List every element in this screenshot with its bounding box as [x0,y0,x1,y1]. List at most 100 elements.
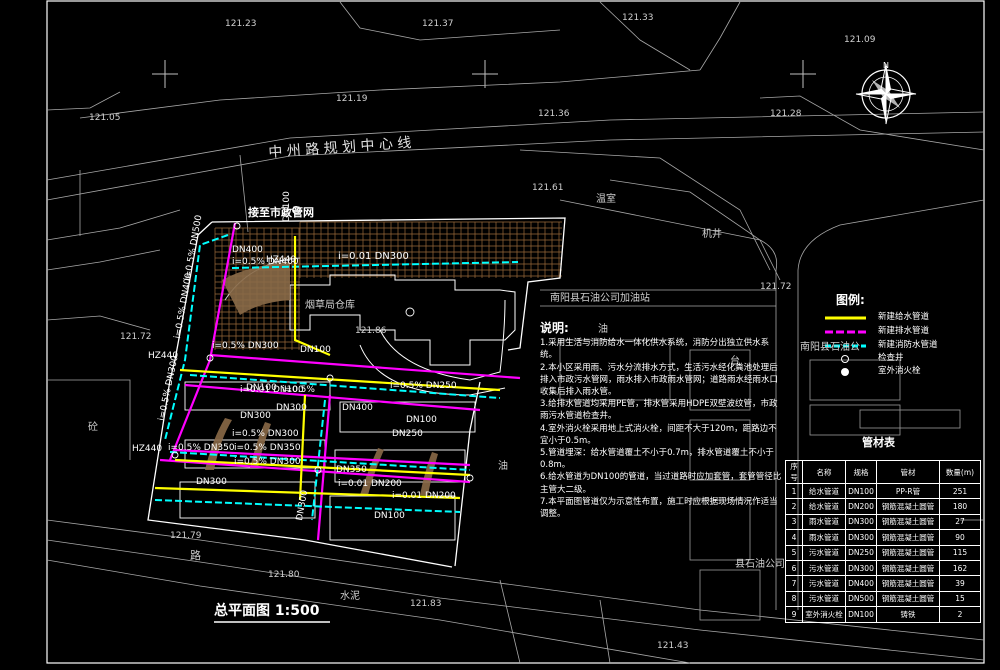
note-item: 5.管道埋深：给水管道覆土不小于0.7m，排水管道覆土不小于0.8m。 [540,448,774,471]
table-cell: DN300 [845,559,877,577]
table-cell: 115 [939,544,981,561]
table-cell: 6 [785,559,803,577]
table-cell: 5 [785,544,803,561]
oil-company-label: 南阳县石油公 [800,342,860,353]
table-cell: 给水管道 [802,482,846,500]
table-row: 5 污水管道 DN250 钢筋混凝土圆管 115 [785,544,981,561]
table-row: 7 污水管道 DN400 钢筋混凝土圆管 39 [785,575,981,592]
pipe-label: DN100 [300,345,331,355]
table-cell: 15 [939,590,981,608]
oil-label: 油 [498,461,508,472]
table-row: 1 给水管道 DN100 PP-R管 251 [785,482,981,500]
drain-pipes [159,222,521,541]
elevation-label: 121.05 [89,113,121,123]
table-cell: 雨水管道 [802,513,846,531]
pipe-label: DN100 [374,511,405,521]
pipe-label: i=0.5% DN300 [232,429,299,439]
drawing-title: 总平面图 1:500 [214,603,320,619]
pipe-label: i=0.5% DN400 [232,257,299,267]
pipe-label: DN100 [246,383,277,393]
cad-drawing: N 121.23 121.37 121.33 121.09 121.19 121… [0,0,1000,666]
table-cell: 钢筋混凝土圆管 [876,529,940,546]
warehouse-building [289,274,516,396]
table-cell: 9 [785,606,803,623]
elevation-label: 121.37 [422,19,454,29]
table-header: 规格 [845,460,877,484]
table-cell: 污水管道 [802,575,846,592]
legend-item: 新建消防水管道 [878,340,938,350]
table-cell: 污水管道 [802,590,846,608]
elevation-label: 121.80 [268,570,300,580]
elevation-label: 121.36 [538,109,570,119]
elevation-label: 121.61 [532,183,564,193]
table-cell: 室外消火栓 [802,606,846,623]
table-cell: 7 [785,575,803,592]
table-cell: 2 [939,606,981,623]
materials-title: 管材表 [862,436,895,449]
warehouse-label: 烟草局仓库 [305,300,355,311]
note-item: 6.给水管道为DN100的管道，当过道路时应加套管，套管管径比主管大二级。 [540,472,782,495]
table-cell: 251 [939,482,981,500]
pipe-label: DN300 [240,411,271,421]
table-cell: 2 [785,498,803,515]
legend-item: 室外消火栓 [878,366,921,376]
table-cell: 3 [785,513,803,531]
ditch-label: 水泥 [340,591,360,602]
pipe-label: i=0.5% DN300 [212,341,279,351]
crosshair-marks [152,60,816,88]
pipe-label: DN250 [392,429,423,439]
north-arrow-icon [855,63,917,125]
pipe-label: i=0.5% DN300 [234,457,301,467]
table-cell: 27 [939,513,981,531]
table-header-row: 序号 名称 规格 管材 数量(m) [785,460,981,484]
table-row: 4 雨水管道 DN300 钢筋混凝土圆管 90 [785,529,981,546]
road-label: 路 [190,549,201,562]
table-cell: 钢筋混凝土圆管 [876,575,940,592]
legend-item: 新建排水管道 [878,326,930,336]
elevation-label: 121.23 [225,19,257,29]
table-header: 名称 [802,460,846,484]
notes-title: 说明: [540,321,569,335]
table-row: 8 污水管道 DN500 钢筋混凝土圆管 15 [785,590,981,608]
note-item: 1.采用生活与消防给水一体化供水系统，消防分出独立供水系统。 [540,338,770,361]
table-cell: 180 [939,498,981,515]
table-cell: 钢筋混凝土圆管 [876,513,940,531]
table-cell: 钢筋混凝土圆管 [876,559,940,577]
elevation-label: 121.28 [770,109,802,119]
shed-label: 温室 [596,194,616,205]
table-cell: DN300 [845,529,877,546]
pipe-label: i=0.5% DN250 [390,381,457,391]
table-header: 序号 [785,460,803,484]
table-cell: DN200 [845,498,877,515]
elevation-label: 121.83 [410,599,442,609]
table-cell: PP-R管 [876,482,940,500]
table-cell: 162 [939,559,981,577]
hill-label: 砼 [88,422,98,433]
table-row: 9 室外消火栓 DN100 铸铁 2 [785,606,981,623]
elevation-label: 121.43 [657,641,689,651]
table-cell: 污水管道 [802,559,846,577]
elevation-label: 121.86 [355,326,387,336]
note-item: 3.给排水管道均采用PE管，排水管采用HDPE双壁波纹管，市政雨污水管道检查井。 [540,399,778,422]
table-cell: 钢筋混凝土圆管 [876,544,940,561]
pipe-label: DN400 [342,403,373,413]
table-cell: DN500 [845,590,877,608]
elevation-label: 121.19 [336,94,368,104]
well-label: 机井 [702,229,722,240]
table-row: 3 雨水管道 DN300 钢筋混凝土圆管 27 [785,513,981,531]
table-cell: DN300 [845,513,877,531]
table-cell: 钢筋混凝土圆管 [876,590,940,608]
pipe-label: DN400 [232,245,263,255]
table-cell: 1 [785,482,803,500]
note-item: 4.室外消火栓采用地上式消火栓，间距不大于120m，距路边不宜小于0.5m。 [540,423,777,446]
table-cell: DN100 [845,482,877,500]
pipe-label: i=0.01 DN200 [392,491,456,501]
pipe-label: i=0.5% DN350 [168,443,235,453]
north-label: N [883,61,889,70]
connect-label: 接至市政管网 [248,206,314,219]
materials-table: 序号 名称 规格 管材 数量(m) 1 给水管道 DN100 PP-R管 251 2 给水管… [785,460,981,623]
oil-company-label: 县石油公司 [735,559,785,570]
table-cell: DN400 [845,575,877,592]
table-cell: 39 [939,575,981,592]
note-item: 2.本小区采用雨、污水分流排水方式，生活污水经化粪池处理后排入市政污水管网，雨水… [540,362,779,398]
